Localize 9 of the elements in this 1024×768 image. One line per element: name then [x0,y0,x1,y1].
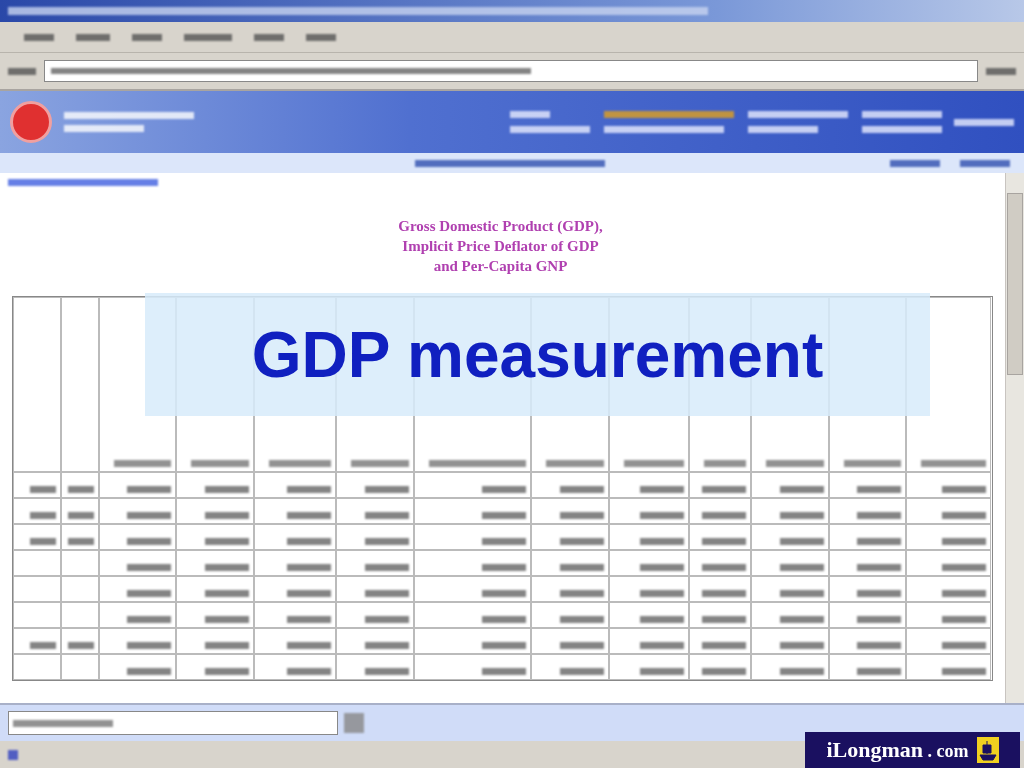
dropdown-field[interactable] [8,711,338,735]
address-field[interactable] [44,60,978,82]
logo-text: iLongman . com [826,737,969,763]
slide-title: GDP measurement [251,317,824,392]
ship-icon [976,737,999,763]
document-title: Gross Domestic Product (GDP), Implicit Price Deflator of GDP and Per-Capita GNP [398,217,603,276]
seal-icon [10,101,52,143]
scrollbar[interactable] [1005,173,1024,703]
table-cell [13,576,61,602]
